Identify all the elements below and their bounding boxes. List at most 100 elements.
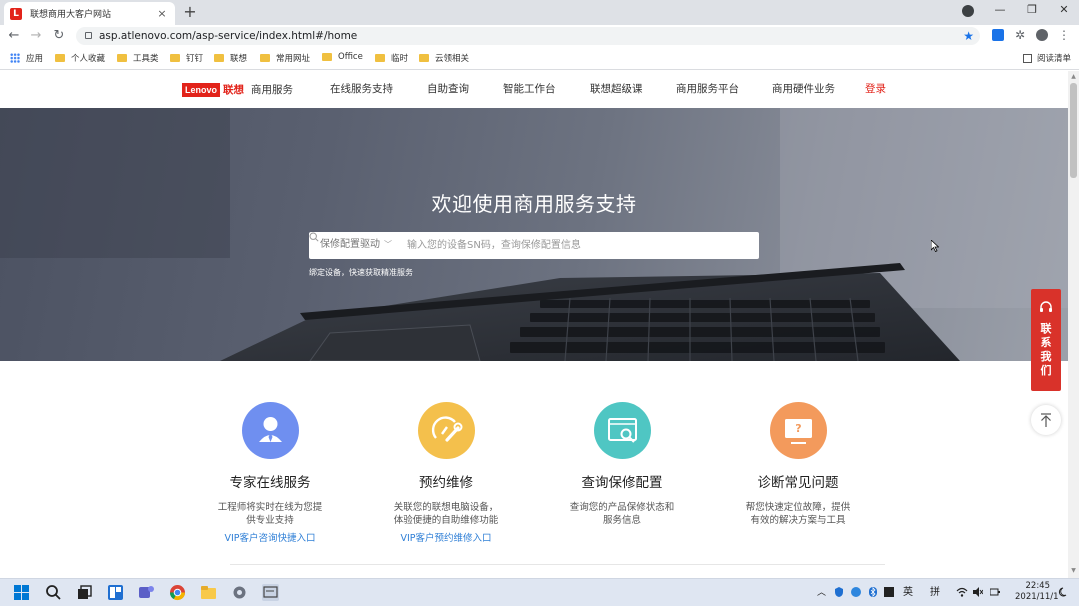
folder-icon	[375, 54, 385, 62]
nav-online-support[interactable]: 在线服务支持	[330, 83, 393, 95]
service-expert-online[interactable]: 专家在线服务 工程师将实时在线为您提 供专业支持 VIP客户咨询快捷入口	[190, 402, 350, 545]
vip-repair-link[interactable]: VIP客户预约维修入口	[366, 532, 526, 545]
reload-button[interactable]: ↻	[51, 28, 67, 44]
contact-us-button[interactable]: 联 系 我 们	[1031, 289, 1061, 391]
vip-consult-link[interactable]: VIP客户咨询快捷入口	[190, 532, 350, 545]
chrome-profile-icon[interactable]	[962, 5, 974, 17]
scroll-thumb[interactable]	[1070, 83, 1077, 178]
reading-list-button[interactable]: 阅读清单	[1022, 52, 1071, 64]
bookmark-folder[interactable]: 工具类	[117, 52, 159, 64]
scroll-down-arrow-icon[interactable]: ▼	[1070, 568, 1077, 574]
dingtalk-tray-icon[interactable]	[851, 587, 861, 597]
service-title: 诊断常见问题	[757, 475, 839, 491]
search-box: 保修配置驱动 ﹀	[309, 232, 759, 259]
search-icon[interactable]	[45, 584, 62, 601]
lock-icon	[85, 32, 92, 39]
bookmark-label: 工具类	[133, 54, 159, 64]
screen-magnifier-icon	[607, 418, 637, 443]
bookmark-folder[interactable]: 联想	[214, 52, 247, 64]
search-type-label: 保修配置驱动	[320, 239, 380, 250]
app-tray-icon[interactable]	[884, 587, 894, 597]
file-explorer-icon[interactable]	[200, 584, 217, 601]
folder-icon	[419, 54, 429, 62]
arrow-up-icon	[1041, 413, 1051, 427]
url-text: asp.atlenovo.com/asp-service/index.html#…	[99, 30, 358, 42]
address-bar[interactable]: asp.atlenovo.com/asp-service/index.html#…	[76, 27, 980, 45]
service-desc-line: 关联您的联想电脑设备，	[393, 502, 499, 513]
lenovo-favicon-icon: L	[10, 7, 22, 20]
teams-chat-icon[interactable]	[138, 584, 155, 601]
nav-service-platform[interactable]: 商用服务平台	[676, 83, 739, 95]
notification-moon-icon[interactable]	[1057, 587, 1067, 597]
task-view-icon[interactable]	[76, 584, 93, 601]
taskbar-clock[interactable]: 22:45 2021/11/1	[1015, 581, 1059, 603]
tray-chevron-up-icon[interactable]: ︿	[817, 587, 826, 599]
bookmark-apps[interactable]: 应用	[10, 52, 43, 64]
window-close-button[interactable]: ✕	[1054, 3, 1074, 17]
warranty-service-circle	[593, 402, 651, 459]
diagnose-service-circle: ?	[769, 402, 827, 459]
service-warranty-query[interactable]: 查询保修配置 查询您的产品保修状态和 服务信息	[542, 402, 702, 527]
nav-super-course[interactable]: 联想超级课	[590, 83, 643, 95]
settings-gear-icon[interactable]	[231, 584, 248, 601]
defender-shield-icon[interactable]	[834, 587, 844, 597]
service-title: 查询保修配置	[581, 475, 663, 491]
nav-smart-workbench[interactable]: 智能工作台	[503, 83, 556, 95]
search-type-select[interactable]: 保修配置驱动 ﹀	[320, 239, 392, 251]
wifi-icon[interactable]	[956, 587, 968, 597]
nav-hardware-business[interactable]: 商用硬件业务	[772, 83, 835, 95]
section-divider	[230, 564, 885, 565]
bookmark-folder[interactable]: 常用网址	[260, 52, 310, 64]
bookmark-folder[interactable]: 云领相关	[419, 52, 469, 64]
chrome-icon[interactable]	[169, 584, 186, 601]
bookmark-folder[interactable]: Office	[322, 52, 363, 62]
ime-mode-indicator[interactable]: 拼	[930, 587, 940, 599]
widgets-icon[interactable]	[107, 584, 124, 601]
bluetooth-icon[interactable]	[868, 587, 878, 597]
profile-avatar-icon[interactable]	[1036, 29, 1048, 41]
wrench-gauge-icon	[431, 416, 462, 442]
bookmark-star-icon[interactable]: ★	[963, 28, 974, 44]
search-icon[interactable]	[309, 232, 319, 242]
brand-logo[interactable]: Lenovo 联想 商用服务	[182, 83, 293, 97]
contact-label-char: 们	[1040, 364, 1052, 377]
folder-icon	[55, 54, 65, 62]
browser-tab-active[interactable]: L 联想商用大客户网站 ×	[4, 2, 175, 25]
back-to-top-button[interactable]	[1031, 405, 1061, 435]
input-language-indicator[interactable]: 英	[903, 587, 913, 599]
bookmark-label: 云领相关	[435, 54, 470, 64]
forward-button[interactable]: →	[28, 28, 44, 44]
scroll-up-arrow-icon[interactable]: ▲	[1070, 74, 1077, 80]
hero-banner: 欢迎使用商用服务支持 保修配置驱动 ﹀ 绑定设备，快速获取精准服务	[0, 108, 1068, 361]
window-maximize-button[interactable]: ❐	[1022, 3, 1042, 17]
extension-icon[interactable]	[992, 29, 1004, 41]
nav-self-query[interactable]: 自助查询	[427, 83, 469, 95]
bookmark-folder[interactable]: 钉钉	[170, 52, 203, 64]
bookmark-folder[interactable]: 个人收藏	[55, 52, 105, 64]
volume-muted-icon[interactable]	[973, 587, 983, 597]
new-tab-button[interactable]: +	[182, 3, 198, 21]
service-diagnose-faq[interactable]: ? 诊断常见问题 帮您快速定位故障，提供 有效的解决方案与工具	[718, 402, 878, 527]
windows-taskbar: ︿ 英 拼 22:45 2021/11/1	[0, 578, 1079, 606]
window-minimize-button[interactable]: —	[990, 3, 1010, 17]
contact-label-char: 我	[1040, 350, 1052, 363]
sn-search-input[interactable]	[407, 237, 717, 254]
bookmark-folder[interactable]: 临时	[375, 52, 408, 64]
page-scrollbar[interactable]: ▲ ▼	[1068, 71, 1079, 578]
windows-start-icon[interactable]	[13, 584, 30, 601]
tab-close-icon[interactable]: ×	[155, 7, 169, 20]
folder-icon	[322, 53, 332, 61]
brand-subtitle: 商用服务	[251, 84, 294, 96]
folder-icon	[214, 54, 224, 62]
bookmark-label: Office	[338, 52, 363, 62]
menu-kebab-icon[interactable]: ⋮	[1058, 29, 1070, 41]
contact-label-char: 联	[1040, 322, 1052, 335]
puzzle-extensions-icon[interactable]: ✲	[1014, 29, 1026, 41]
battery-plug-icon[interactable]	[990, 587, 1000, 597]
screenshot-tool-icon[interactable]	[262, 584, 279, 601]
bind-device-hint[interactable]: 绑定设备，快速获取精准服务	[309, 268, 413, 278]
folder-icon	[260, 54, 270, 62]
back-button[interactable]: ←	[6, 28, 22, 44]
service-repair-booking[interactable]: 预约维修 关联您的联想电脑设备， 体验便捷的自助维修功能 VIP客户预约维修入口	[366, 402, 526, 545]
login-link[interactable]: 登录	[865, 83, 886, 95]
